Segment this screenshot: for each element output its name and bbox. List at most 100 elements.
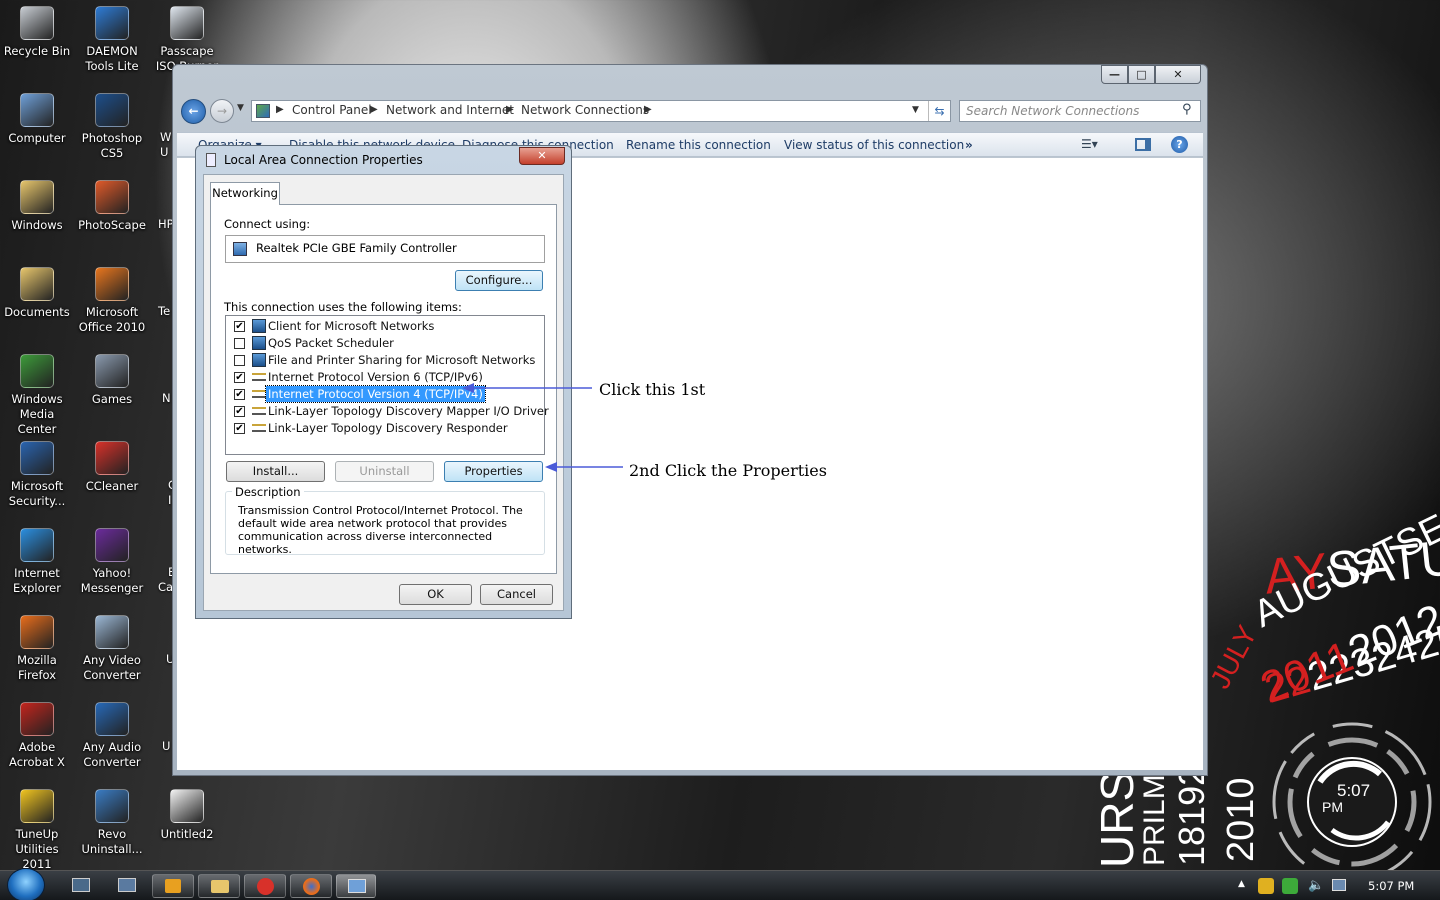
annotation-arrow-1 (462, 383, 592, 393)
desktop-icon[interactable]: Recycle Bin (0, 2, 75, 59)
breadcrumb-separator-icon: ▶ (276, 104, 284, 115)
switch-windows-icon[interactable] (118, 878, 136, 892)
folder-icon (20, 180, 54, 214)
revo-uninstaller-icon (95, 789, 129, 823)
item-label: File and Printer Sharing for Microsoft N… (268, 353, 536, 367)
taskbar-network-connections-button[interactable] (336, 874, 376, 898)
desktop-icon[interactable]: Documents (0, 263, 75, 320)
breadcrumb-separator-icon: ▶ (644, 104, 652, 115)
view-status-button[interactable]: View status of this connection (784, 138, 964, 152)
recent-pages-dropdown[interactable]: ▼ (237, 103, 244, 113)
properties-button[interactable]: Properties (444, 461, 543, 482)
tab-networking[interactable]: Networking (210, 182, 280, 205)
desktop-icon-label: Any Video Converter (83, 653, 141, 682)
item-label: Client for Microsoft Networks (268, 319, 435, 333)
taskbar: ▲ 🔈 5:07 PM (0, 868, 1440, 900)
desktop-icon[interactable]: Revo Uninstall... (74, 785, 150, 857)
breadcrumb-network-connections[interactable]: Network Connections (521, 103, 649, 117)
office-icon (95, 267, 129, 301)
install-button[interactable]: Install... (226, 461, 325, 482)
annotation-text-1: Click this 1st (599, 380, 706, 399)
desktop-icon[interactable]: Mozilla Firefox (0, 611, 75, 683)
minimize-button[interactable]: — (1101, 65, 1128, 84)
desktop-icon[interactable]: Untitled2 (149, 785, 225, 842)
address-bar[interactable]: ▶ Control Panel ▶ Network and Internet ▶… (251, 100, 951, 122)
cancel-button[interactable]: Cancel (480, 584, 553, 605)
configure-button[interactable]: Configure... (455, 270, 543, 291)
desktop-icon[interactable]: Microsoft Security... (0, 437, 75, 509)
view-options-icon[interactable]: ☰▾ (1081, 137, 1111, 153)
desktop-icon[interactable]: Any Video Converter (74, 611, 150, 683)
photoshop-icon (95, 93, 129, 127)
taskbar-ccleaner-button[interactable] (244, 874, 286, 898)
desktop-icon-label: Yahoo! Messenger (80, 566, 144, 595)
desktop-icon[interactable]: DAEMON Tools Lite (74, 2, 150, 74)
ok-button[interactable]: OK (399, 584, 472, 605)
internet-explorer-icon (20, 528, 54, 562)
taskbar-clock[interactable]: 5:07 PM (1368, 879, 1414, 893)
desktop-icon-label: PhotoScape (78, 218, 146, 232)
maximize-button[interactable]: □ (1128, 65, 1155, 84)
desktop-icon[interactable]: Internet Explorer (0, 524, 75, 596)
breadcrumb-network-and-internet[interactable]: Network and Internet (386, 103, 514, 117)
breadcrumb-control-panel[interactable]: Control Panel (292, 103, 372, 117)
desktop-icon[interactable]: Any Audio Converter (74, 698, 150, 770)
close-button[interactable]: ✕ (1155, 65, 1201, 84)
network-client-icon (252, 353, 266, 367)
help-icon[interactable]: ? (1171, 136, 1188, 153)
desktop-icon-label: Adobe Acrobat X (9, 740, 65, 769)
refresh-icon[interactable]: ⇆ (928, 101, 950, 121)
dialog-close-button[interactable]: ✕ (519, 147, 565, 165)
tray-security-icon[interactable] (1282, 878, 1298, 894)
search-box[interactable]: Search Network Connections ⚲ (959, 100, 1201, 122)
item-label: Internet Protocol Version 4 (TCP/IPv4) (265, 385, 486, 403)
show-hidden-icons-icon[interactable]: ▲ (1238, 879, 1245, 889)
desktop-icon-label: Windows Media Center (11, 392, 63, 436)
item-checkbox[interactable]: ✔ (234, 423, 245, 434)
desktop-icon[interactable]: PhotoScape (74, 176, 150, 233)
taskbar-media-player-button[interactable] (152, 874, 194, 898)
search-icon[interactable]: ⚲ (1182, 102, 1192, 117)
desktop-icon[interactable]: Games (74, 350, 150, 407)
item-checkbox[interactable]: ✔ (234, 406, 245, 417)
desktop-icon[interactable]: CCleaner (74, 437, 150, 494)
back-arrow-icon: ← (188, 104, 199, 118)
forward-button[interactable]: → (210, 99, 234, 123)
desktop-icon[interactable]: TuneUp Utilities 2011 (0, 785, 75, 872)
desktop-icon[interactable]: Microsoft Office 2010 (74, 263, 150, 335)
item-checkbox[interactable] (234, 338, 245, 349)
item-checkbox[interactable]: ✔ (234, 321, 245, 332)
item-checkbox[interactable]: ✔ (234, 389, 245, 400)
preview-pane-icon[interactable] (1135, 138, 1151, 151)
uninstall-button[interactable]: Uninstall (335, 461, 434, 482)
protocol-icon (252, 407, 266, 415)
desktop-icon[interactable]: Windows (0, 176, 75, 233)
volume-icon[interactable]: 🔈 (1308, 878, 1324, 893)
desktop-icon[interactable]: Yahoo! Messenger (74, 524, 150, 596)
protocol-icon (252, 373, 266, 381)
clock-widget-ampm: PM (1322, 799, 1343, 815)
desktop-icon[interactable]: Computer (0, 89, 75, 146)
back-button[interactable]: ← (181, 99, 206, 124)
rename-connection-button[interactable]: Rename this connection (626, 138, 771, 152)
recycle-bin-icon (20, 6, 54, 40)
desktop-icon[interactable]: Photoshop CS5 (74, 89, 150, 161)
address-dropdown-icon[interactable]: ▼ (912, 105, 919, 115)
item-checkbox[interactable]: ✔ (234, 372, 245, 383)
taskbar-explorer-button[interactable] (198, 874, 240, 898)
start-orb-icon[interactable] (7, 868, 45, 900)
tray-app-icon[interactable] (1258, 878, 1274, 894)
network-tray-icon[interactable] (1332, 879, 1346, 891)
folder-icon (20, 267, 54, 301)
description-text: Transmission Control Protocol/Internet P… (238, 504, 523, 556)
taskbar-firefox-button[interactable] (290, 874, 332, 898)
desktop-icon-label: Photoshop CS5 (81, 131, 143, 160)
desktop-icon[interactable]: Adobe Acrobat X (0, 698, 75, 770)
desktop-icon-label: TuneUp Utilities 2011 (15, 827, 59, 871)
desktop-icon[interactable]: Windows Media Center (0, 350, 75, 437)
show-desktop-icon[interactable] (72, 878, 90, 892)
description-group: Description Transmission Control Protoco… (225, 485, 545, 556)
item-checkbox[interactable] (234, 355, 245, 366)
more-commands-button[interactable]: » (965, 138, 973, 152)
search-input[interactable]: Search Network Connections (966, 104, 1139, 118)
